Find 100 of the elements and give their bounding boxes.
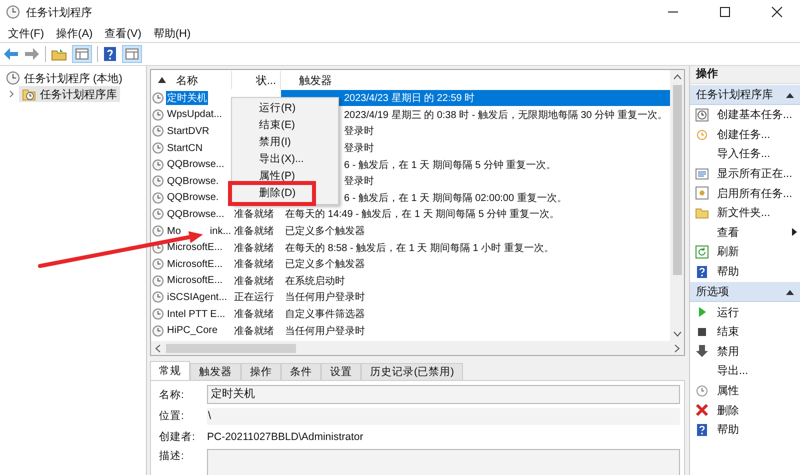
collapse-caret-icon[interactable] xyxy=(786,92,794,98)
tab[interactable]: 操作 xyxy=(241,363,281,380)
action-item[interactable]: 删除 xyxy=(690,400,800,420)
action-item[interactable]: 导出... xyxy=(690,361,800,381)
folder-icon[interactable] xyxy=(51,47,67,61)
pane-title: 操作 xyxy=(690,66,800,84)
action-item[interactable]: 结束 xyxy=(690,322,800,342)
tab[interactable]: 设置 xyxy=(321,363,361,380)
task-name[interactable]: Intel PTT E... xyxy=(166,308,226,320)
column-header[interactable]: 状... xyxy=(232,71,281,89)
menu-item[interactable]: 帮助(H) xyxy=(147,26,197,40)
scroll-up-icon[interactable] xyxy=(672,73,682,81)
action-item[interactable]: 帮助 xyxy=(690,262,800,282)
action-item[interactable]: 禁用 xyxy=(690,342,800,362)
action-item[interactable]: 显示所有正在... xyxy=(690,164,800,184)
task-name[interactable]: HiPC_Core xyxy=(166,325,219,336)
scroll-right-icon[interactable] xyxy=(673,344,681,352)
task-name[interactable]: MicrosoftE... xyxy=(166,275,224,286)
panel-icon[interactable] xyxy=(122,45,142,63)
scrollbar-thumb[interactable] xyxy=(166,344,296,352)
column-header[interactable]: 触发器 xyxy=(281,71,670,89)
task-trigger: 当任何用户登录时 xyxy=(285,290,365,304)
help-icon[interactable] xyxy=(103,46,117,62)
action-item[interactable]: 创建基本任务... xyxy=(690,105,800,125)
task-status: 准备就绪 xyxy=(234,258,274,272)
help-icon xyxy=(695,264,709,279)
field-label: 描述: xyxy=(159,449,185,463)
menu-item[interactable]: 删除(D) xyxy=(232,185,338,202)
task-name[interactable]: MicrosoftE... xyxy=(166,242,224,254)
back-arrow-icon[interactable] xyxy=(3,47,19,61)
task-name[interactable]: StartCN xyxy=(166,142,204,154)
task-name[interactable]: MicrosoftE... xyxy=(166,258,224,270)
task-trigger: 登录时 xyxy=(344,124,374,138)
task-trigger: 在系统启动时 xyxy=(285,274,345,288)
task-trigger: 6 - 触发后，在 1 天 期间每隔 5 分钟 重复一次。 xyxy=(344,158,556,172)
tree-item[interactable]: 任务计划程序 (本地) xyxy=(3,70,126,86)
section-header[interactable]: 所选项 xyxy=(690,282,800,302)
task-trigger: 已定义多个触发器 xyxy=(285,224,365,238)
menu-item[interactable]: 结束(E) xyxy=(232,117,338,134)
tab[interactable]: 历史记录(已禁用) xyxy=(361,363,463,380)
help-icon xyxy=(695,422,709,437)
action-item[interactable]: 启用所有任务... xyxy=(690,183,800,203)
scroll-down-icon[interactable] xyxy=(672,330,682,338)
clock-icon xyxy=(6,71,20,85)
action-item[interactable]: 新文件夹... xyxy=(690,202,800,223)
task-name[interactable]: QQBrowse. xyxy=(166,176,220,187)
task-name[interactable]: ink... xyxy=(210,226,232,237)
scroll-left-icon[interactable] xyxy=(154,344,162,352)
task-status: 准备就绪 xyxy=(234,274,274,288)
folder-icon xyxy=(695,206,709,220)
task-status: 准备就绪 xyxy=(234,324,274,338)
author-text: PC-20211027BBLD\Administrator xyxy=(207,431,364,443)
forward-arrow-icon[interactable] xyxy=(24,47,40,61)
location-field[interactable]: \ xyxy=(207,408,680,424)
task-trigger: 登录时 xyxy=(344,142,374,156)
menu-item[interactable]: 查看(V) xyxy=(98,26,148,40)
task-name[interactable]: QQBrowse... xyxy=(166,159,226,170)
menu-item[interactable]: 属性(P) xyxy=(232,168,338,185)
folder-icon xyxy=(22,87,36,101)
vertical-scrollbar[interactable] xyxy=(670,70,684,341)
task-name[interactable]: QQBrowse. xyxy=(166,192,220,204)
action-item[interactable]: 刷新 xyxy=(690,242,800,262)
tab[interactable]: 触发器 xyxy=(190,363,241,380)
column-header[interactable]: 名称 xyxy=(152,71,232,89)
task-name[interactable]: QQBrowse... xyxy=(166,208,226,220)
task-name[interactable]: StartDVR xyxy=(166,126,210,137)
menu-item[interactable]: 运行(R) xyxy=(232,100,338,117)
name-field[interactable]: 定时关机 xyxy=(207,385,680,404)
menu-item[interactable]: 操作(A) xyxy=(50,26,99,40)
collapse-caret-icon[interactable] xyxy=(786,288,794,295)
task-trigger: 在每天的 8:58 - 触发后，在 1 天 期间每隔 1 小时 重复一次。 xyxy=(285,242,554,255)
task-status: 准备就绪 xyxy=(234,308,274,322)
panel-icon[interactable] xyxy=(72,45,92,63)
task-name[interactable]: WpsUpdat... xyxy=(166,109,224,120)
task-name[interactable]: Mo xyxy=(166,226,182,237)
menu-item[interactable]: 禁用(I) xyxy=(232,134,338,151)
section-header[interactable]: 任务计划程序库 xyxy=(690,85,800,105)
task-status: 准备就绪 xyxy=(234,224,274,238)
action-item[interactable]: 创建任务... xyxy=(690,124,800,144)
action-item[interactable]: 运行 xyxy=(690,302,800,322)
tab[interactable]: 常规 xyxy=(150,361,190,380)
task-name[interactable]: iSCSIAgent... xyxy=(166,292,228,303)
task-name[interactable]: 定时关机 xyxy=(166,91,208,106)
scrollbar-thumb[interactable] xyxy=(672,85,682,275)
task-trigger: 6 - 触发后，在 1 天 期间每隔 02:00:00 重复一次。 xyxy=(344,192,567,205)
task-trigger: 2023/4/23 星期日 的 22:59 时 xyxy=(344,92,475,106)
tree-item[interactable]: 任务计划程序库 xyxy=(19,86,120,102)
action-item[interactable]: 帮助 xyxy=(690,420,800,440)
menu-item[interactable]: 导出(X)... xyxy=(232,151,338,168)
task-trigger: 当任何用户登录时 xyxy=(285,324,365,338)
clock-icon xyxy=(695,108,709,122)
action-item[interactable]: 导入任务... xyxy=(690,144,800,164)
description-field[interactable] xyxy=(207,449,680,475)
window-title: 任务计划程序 xyxy=(26,6,92,20)
task-status: 正在运行 xyxy=(234,290,274,304)
tab[interactable]: 条件 xyxy=(281,363,321,380)
horizontal-scrollbar[interactable] xyxy=(151,341,684,355)
action-item[interactable]: 查看 xyxy=(690,222,800,242)
action-item[interactable]: 属性 xyxy=(690,380,800,400)
menu-item[interactable]: 文件(F) xyxy=(2,26,50,40)
